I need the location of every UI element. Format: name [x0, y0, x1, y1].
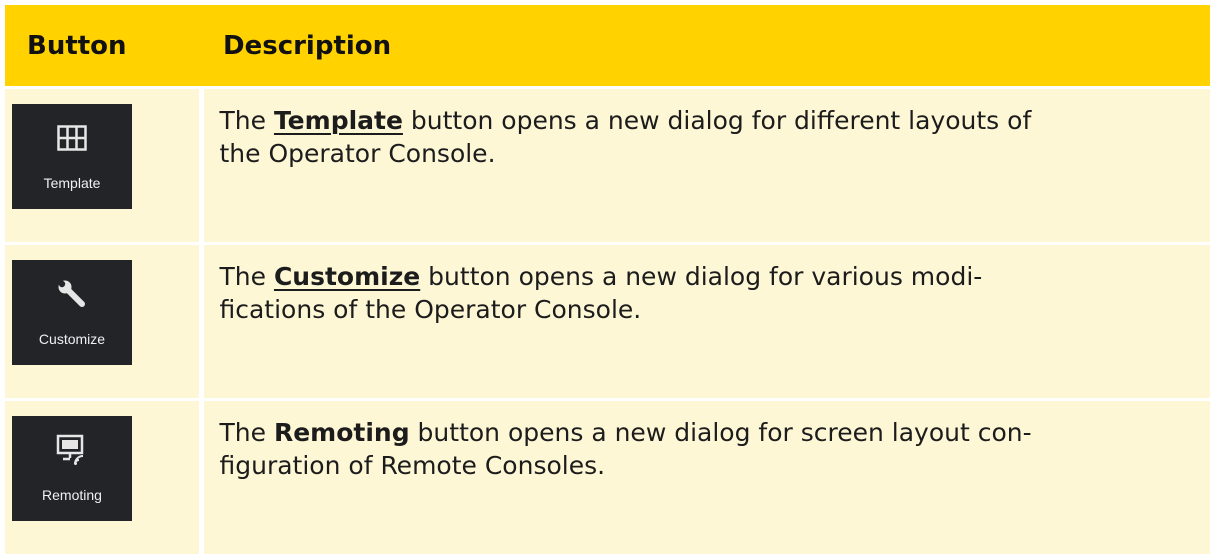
customize-button-label: Customize — [39, 331, 105, 347]
wrench-icon — [57, 277, 87, 311]
table-row-template: Template The Template button opens a new… — [5, 88, 1210, 244]
remote-screen-icon — [56, 433, 88, 467]
grid-icon — [57, 121, 87, 155]
header-description: Description — [201, 5, 1210, 88]
customize-description: The Customize button opens a new dialog … — [204, 245, 1211, 326]
button-description-table: Button Description Template — [5, 5, 1210, 554]
template-link[interactable]: Template — [274, 106, 403, 135]
table-row-customize: Customize The Customize button opens a n… — [5, 244, 1210, 400]
template-description: The Template button opens a new dialog f… — [204, 89, 1211, 170]
template-button[interactable]: Template — [12, 104, 132, 209]
table-row-remoting: Remoting The Remoting button opens a new… — [5, 400, 1210, 554]
customize-link[interactable]: Customize — [274, 262, 420, 291]
remoting-keyword: Remoting — [274, 418, 410, 447]
remoting-description: The Remoting button opens a new dialog f… — [204, 401, 1211, 482]
table-header-row: Button Description — [5, 5, 1210, 88]
template-button-label: Template — [44, 175, 101, 191]
customize-button[interactable]: Customize — [12, 260, 132, 365]
remoting-button-label: Remoting — [42, 487, 102, 503]
remoting-button[interactable]: Remoting — [12, 416, 132, 521]
header-button: Button — [5, 5, 201, 88]
